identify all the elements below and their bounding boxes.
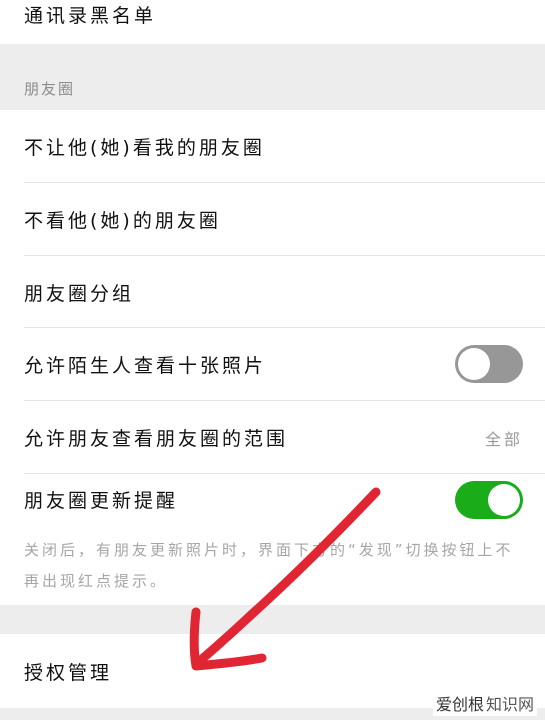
watermark-text: 知识网 (485, 695, 534, 714)
watermark: 爱创根 知识网 (432, 690, 537, 716)
watermark-brand: 爱创根 (435, 695, 484, 714)
annotation-arrow (189, 487, 381, 671)
